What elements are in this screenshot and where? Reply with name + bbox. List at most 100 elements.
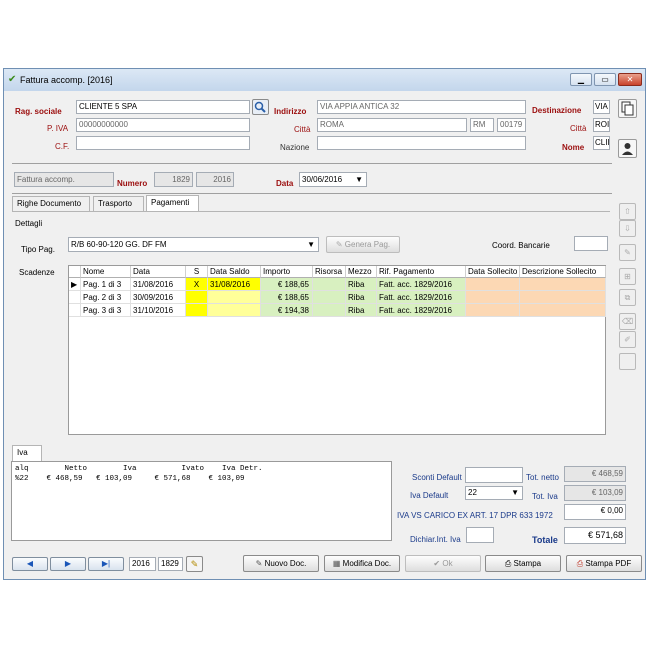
footer-anno-field[interactable]: 2016: [129, 557, 156, 571]
dest-nome-field[interactable]: CLII: [593, 136, 610, 150]
column-header-data-saldo[interactable]: Data Saldo: [208, 266, 261, 278]
copy-address-button[interactable]: [618, 99, 637, 118]
anno-field: 2016: [196, 172, 234, 187]
insert-row-button[interactable]: ⊞: [619, 268, 636, 285]
nazione-field[interactable]: [317, 136, 526, 150]
prev-record-button[interactable]: ◀: [12, 557, 48, 571]
table-cell-s[interactable]: [186, 291, 208, 304]
table-cell-data[interactable]: 31/08/2016: [131, 278, 186, 291]
printer-icon: ⎙: [504, 559, 512, 568]
table-cell-risorsa[interactable]: [313, 304, 346, 317]
nuovo-doc-button[interactable]: ✎ Nuovo Doc.: [243, 555, 319, 572]
copy-row-button[interactable]: ⧉: [619, 289, 636, 306]
new-document-icon: ✎: [255, 559, 263, 568]
maximize-button[interactable]: ▭: [594, 73, 616, 86]
table-cell-data[interactable]: 30/09/2016: [131, 291, 186, 304]
table-cell-descr-sollecito[interactable]: [520, 291, 606, 304]
tot-netto-field: € 468,59: [564, 466, 626, 482]
eraser-icon: ⌫: [621, 317, 634, 326]
tipo-pag-select[interactable]: R/B 60-90-120 GG. DF FM ▼: [68, 237, 319, 252]
contact-button[interactable]: [618, 139, 637, 158]
table-cell-s[interactable]: X: [186, 278, 208, 291]
column-header-importo[interactable]: Importo: [261, 266, 313, 278]
dropdown-arrow-icon: ▼: [307, 240, 315, 249]
stampa-pdf-button[interactable]: ⎙ Stampa PDF: [566, 555, 642, 572]
column-header-risorsa[interactable]: Risorsa: [313, 266, 346, 278]
table-cell-risorsa[interactable]: [313, 278, 346, 291]
blank-button[interactable]: [619, 353, 636, 370]
dest-via-field[interactable]: VIA: [593, 100, 610, 114]
app-check-icon: ✔: [8, 74, 17, 85]
table-cell-data-sollecito[interactable]: [466, 278, 520, 291]
search-button[interactable]: [252, 99, 269, 115]
table-cell-data-saldo[interactable]: [208, 291, 261, 304]
table-cell-risorsa[interactable]: [313, 291, 346, 304]
next-record-button[interactable]: ▶: [50, 557, 86, 571]
indirizzo-field[interactable]: VIA APPIA ANTICA 32: [317, 100, 526, 114]
iva-default-select[interactable]: 22 ▼: [465, 486, 523, 500]
column-header-data-sollecito[interactable]: Data Sollecito: [466, 266, 520, 278]
tab-righe-documento[interactable]: Righe Documento: [12, 196, 90, 211]
table-cell-importo[interactable]: € 188,65: [261, 278, 313, 291]
modifica-doc-button[interactable]: ▦ Modifica Doc.: [324, 555, 400, 572]
tab-iva[interactable]: Iva: [12, 445, 42, 461]
column-header-rif-pagamento[interactable]: Rif. Pagamento: [377, 266, 466, 278]
table-cell-nome[interactable]: Pag. 1 di 3: [81, 278, 131, 291]
data-field[interactable]: 30/06/2016 ▼: [299, 172, 367, 187]
cap-field[interactable]: 00179: [497, 118, 526, 132]
move-up-button[interactable]: ⇧: [619, 203, 636, 220]
table-cell-nome[interactable]: Pag. 3 di 3: [81, 304, 131, 317]
table-cell-mezzo[interactable]: Riba: [346, 291, 377, 304]
citta-field[interactable]: ROMA: [317, 118, 467, 132]
table-cell-descr-sollecito[interactable]: [520, 278, 606, 291]
table-cell-data-sollecito[interactable]: [466, 304, 520, 317]
close-button[interactable]: ✕: [618, 73, 642, 86]
table-cell-rif[interactable]: Fatt. acc. 1829/2016: [377, 278, 466, 291]
table-cell-nome[interactable]: Pag. 2 di 3: [81, 291, 131, 304]
generate-icon: ✎: [335, 240, 343, 249]
dest-citta-field[interactable]: ROI: [593, 118, 610, 132]
dichiar-int-iva-field[interactable]: [466, 527, 494, 543]
genera-pag-button[interactable]: ✎ Genera Pag.: [326, 236, 400, 253]
minimize-button[interactable]: ▁: [570, 73, 592, 86]
table-cell-importo[interactable]: € 188,65: [261, 291, 313, 304]
edit-row-button[interactable]: ✎: [619, 244, 636, 261]
table-cell-descr-sollecito[interactable]: [520, 304, 606, 317]
tab-trasporto[interactable]: Trasporto: [93, 196, 144, 211]
note-row-button[interactable]: ✐: [619, 331, 636, 348]
provincia-field[interactable]: RM: [470, 118, 494, 132]
cf-field[interactable]: [76, 136, 250, 150]
row-indicator-icon: ▶: [69, 278, 81, 291]
column-header-nome[interactable]: Nome: [81, 266, 131, 278]
insert-icon: ⊞: [624, 272, 631, 281]
table-cell-mezzo[interactable]: Riba: [346, 278, 377, 291]
tab-pagamenti[interactable]: Pagamenti: [146, 195, 199, 211]
move-down-button[interactable]: ⇩: [619, 220, 636, 237]
table-cell-data-saldo[interactable]: [208, 304, 261, 317]
column-header-data[interactable]: Data: [131, 266, 186, 278]
table-cell-rif[interactable]: Fatt. acc. 1829/2016: [377, 291, 466, 304]
table-cell-data-sollecito[interactable]: [466, 291, 520, 304]
go-to-button[interactable]: ✎: [186, 556, 203, 572]
person-icon: [622, 143, 633, 155]
table-cell-s[interactable]: [186, 304, 208, 317]
scadenze-grid[interactable]: Nome Data S Data Saldo Importo Risorsa M…: [68, 265, 606, 435]
last-record-button[interactable]: ▶|: [88, 557, 124, 571]
column-header-mezzo[interactable]: Mezzo: [346, 266, 377, 278]
sconti-default-field[interactable]: [465, 467, 523, 483]
rag-sociale-field[interactable]: CLIENTE 5 SPA: [76, 100, 250, 114]
table-cell-data[interactable]: 31/10/2016: [131, 304, 186, 317]
table-cell-rif[interactable]: Fatt. acc. 1829/2016: [377, 304, 466, 317]
coord-bancarie-field[interactable]: [574, 236, 608, 251]
delete-row-button[interactable]: ⌫: [619, 313, 636, 330]
column-header-descrizione-sollecito[interactable]: Descrizione Sollecito: [520, 266, 606, 278]
column-header-s[interactable]: S: [186, 266, 208, 278]
table-cell-data-saldo[interactable]: 31/08/2016: [208, 278, 261, 291]
ok-button[interactable]: ✔ Ok: [405, 555, 481, 572]
table-cell-importo[interactable]: € 194,38: [261, 304, 313, 317]
table-cell-mezzo[interactable]: Riba: [346, 304, 377, 317]
piva-field[interactable]: 00000000000: [76, 118, 250, 132]
footer-numero-field[interactable]: 1829: [158, 557, 183, 571]
stampa-button[interactable]: ⎙ Stampa: [485, 555, 561, 572]
dropdown-arrow-icon: ▼: [511, 488, 519, 497]
